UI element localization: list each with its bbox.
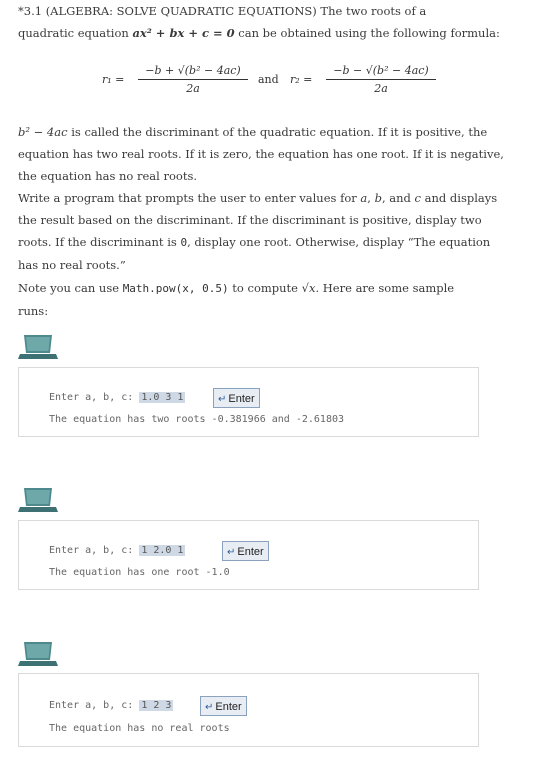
sample-run-3: Enter a, b, c: 1 2 3 ↵ Enter The equation… [18, 673, 479, 747]
user-input: 1 2 3 [139, 700, 174, 711]
and-word: and [258, 73, 279, 86]
enter-arrow-icon: ↵ [218, 394, 227, 405]
enter-button[interactable]: ↵ Enter [200, 696, 247, 716]
sample-run-2: Enter a, b, c: 1 2.0 1 ↵ Enter The equati… [18, 520, 479, 590]
sqrt-x: √x [301, 281, 316, 295]
r2-fraction: −b − √(b² − 4ac) 2a [326, 64, 436, 95]
enter-button[interactable]: ↵ Enter [222, 541, 269, 561]
quadratic-formula: r₁ = −b + √(b² − 4ac) 2a and r₂ = −b − √… [80, 64, 460, 104]
quadratic-equation: ax² + bx + c = 0 [132, 26, 235, 40]
r1-fraction: −b + √(b² − 4ac) 2a [138, 64, 248, 95]
laptop-icon [18, 642, 58, 666]
math-pow-code: Math.pow(x, 0.5) [122, 282, 229, 295]
enter-arrow-icon: ↵ [227, 547, 236, 558]
sample-run-1: Enter a, b, c: 1.0 3 1 ↵ Enter The equati… [18, 367, 479, 437]
output-line: The equation has one root -1.0 [49, 567, 230, 578]
user-input: 1.0 3 1 [139, 392, 186, 403]
prompt-line: Enter a, b, c: 1.0 3 1 [49, 392, 186, 403]
prompt-line: Enter a, b, c: 1 2.0 1 [49, 545, 186, 556]
enter-button[interactable]: ↵ Enter [213, 388, 260, 408]
exercise-heading: *3.1 (ALGEBRA: SOLVE QUADRATIC EQUATIONS… [18, 4, 317, 18]
intro-paragraph: *3.1 (ALGEBRA: SOLVE QUADRATIC EQUATIONS… [18, 4, 500, 40]
r2-label: r₂ = [290, 73, 313, 86]
task-paragraph: Write a program that prompts the user to… [18, 191, 498, 272]
discriminant-paragraph: b² − 4ac is called the discriminant of t… [18, 125, 504, 183]
user-input: 1 2.0 1 [139, 545, 186, 556]
laptop-icon [18, 488, 58, 512]
r1-label: r₁ = [102, 73, 125, 86]
output-line: The equation has two roots -0.381966 and… [49, 414, 345, 425]
enter-arrow-icon: ↵ [205, 702, 214, 713]
discriminant-term: b² − 4ac [18, 125, 68, 139]
note-paragraph: Note you can use Math.pow(x, 0.5) to com… [18, 281, 455, 318]
prompt-line: Enter a, b, c: 1 2 3 [49, 700, 174, 711]
laptop-icon [18, 335, 58, 359]
output-line: The equation has no real roots [49, 723, 230, 734]
